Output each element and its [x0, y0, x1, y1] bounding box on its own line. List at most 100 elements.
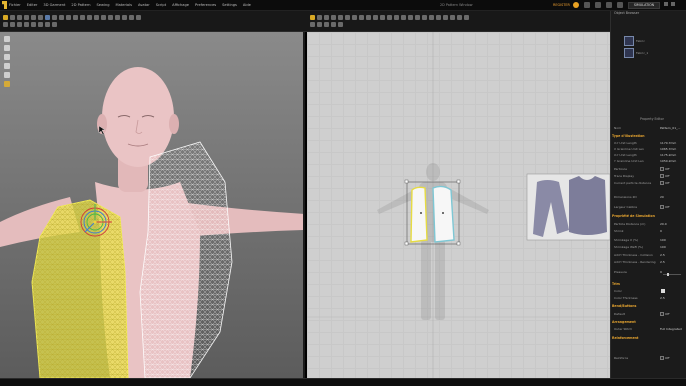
pose-tool-icon[interactable] [10, 22, 15, 27]
menu-item-avatar[interactable]: Avatar [138, 3, 150, 7]
section-layout[interactable]: Type d'Illustration [612, 134, 645, 138]
reference-garment-image[interactable] [526, 173, 610, 241]
layer-tool-icon[interactable] [115, 15, 120, 20]
register-badge[interactable]: REGISTER [553, 3, 570, 7]
lasso-icon[interactable] [464, 15, 469, 20]
rectangle-icon[interactable] [331, 15, 336, 20]
transform-pattern-icon[interactable] [310, 15, 315, 20]
unfold-icon[interactable] [450, 15, 455, 20]
name-field[interactable]: Pattern_01_... [660, 126, 680, 130]
view-shading-icon[interactable] [4, 72, 10, 78]
menu-item-2d-pattern[interactable]: 2D Pattern [71, 3, 90, 7]
fabric-1-thumbnail[interactable] [624, 48, 634, 58]
free-sewing-icon[interactable] [373, 15, 378, 20]
pen-tool-icon[interactable] [52, 15, 57, 20]
fold-arrangement-icon[interactable] [387, 15, 392, 20]
menu-item-settings[interactable]: Settings [222, 3, 237, 7]
view-camera-icon[interactable] [4, 54, 10, 60]
section-trim[interactable]: Trim [612, 282, 620, 286]
view-light-icon[interactable] [4, 63, 10, 69]
cloud-icon[interactable] [573, 2, 579, 8]
annotation-icon[interactable] [429, 15, 434, 20]
section-particle[interactable]: Propriété de Simulation [612, 214, 655, 218]
measure-tool-icon[interactable] [45, 15, 50, 20]
notch-icon[interactable] [401, 15, 406, 20]
polygon-icon[interactable] [338, 15, 343, 20]
dart-icon[interactable] [359, 15, 364, 20]
display-mode-icon[interactable] [338, 22, 343, 27]
checkbox[interactable] [660, 181, 664, 185]
move-tool-icon[interactable] [10, 15, 15, 20]
menu-item-sewing[interactable]: Sewing [97, 3, 110, 7]
notification-icon[interactable] [584, 2, 590, 8]
strengthen-tool-icon[interactable] [122, 15, 127, 20]
fabric-thumbnail[interactable] [624, 36, 634, 46]
checkbox[interactable] [660, 174, 664, 178]
grading-icon[interactable] [408, 15, 413, 20]
pressure-slider[interactable] [663, 273, 681, 276]
zip-tool-icon[interactable] [66, 15, 71, 20]
section-arrangement[interactable]: Arrangement [612, 320, 636, 324]
graphic-tool-icon[interactable] [101, 15, 106, 20]
checkbox[interactable] [660, 356, 664, 360]
settings-icon[interactable] [617, 2, 623, 8]
physics-tool-icon[interactable] [38, 22, 43, 27]
hanger-tool-icon[interactable] [31, 22, 36, 27]
grid-icon[interactable] [317, 22, 322, 27]
pin-tool-icon[interactable] [31, 15, 36, 20]
trim-tool-icon[interactable] [108, 15, 113, 20]
menu-item-edit[interactable]: Editer [27, 3, 38, 7]
view-avatar-icon[interactable] [4, 36, 10, 42]
help-icon[interactable] [606, 2, 612, 8]
viewport-3d[interactable] [0, 32, 305, 378]
rotate-tool-icon[interactable] [17, 15, 22, 20]
button-tool-icon[interactable] [73, 15, 78, 20]
maximize-icon[interactable] [671, 2, 675, 6]
trace-icon[interactable] [457, 15, 462, 20]
tack-tool-icon[interactable] [38, 15, 43, 20]
viewport-2d[interactable] [307, 32, 610, 378]
checkbox[interactable] [660, 205, 664, 209]
minimize-icon[interactable] [664, 2, 668, 6]
checkbox[interactable] [660, 167, 664, 171]
measure-2d-icon[interactable] [436, 15, 441, 20]
menu-item-help[interactable]: Aide [243, 3, 251, 7]
section-bend[interactable]: Bend/Buttons [612, 304, 636, 308]
view-garment-icon[interactable] [4, 45, 10, 51]
check-sewing-icon[interactable] [380, 15, 385, 20]
fold-tool-icon[interactable] [24, 15, 29, 20]
simulation-toggle[interactable]: SIMULATION [628, 2, 660, 9]
symmetry-icon[interactable] [443, 15, 448, 20]
brush-tool-icon[interactable] [59, 15, 64, 20]
strain-tool-icon[interactable] [52, 22, 57, 27]
color-swatch[interactable] [661, 289, 665, 293]
fitting-tool-icon[interactable] [24, 22, 29, 27]
shrink-tool-icon[interactable] [129, 15, 134, 20]
circle-icon[interactable] [345, 15, 350, 20]
menu-item-file[interactable]: Fichier [9, 3, 21, 7]
buttonhole-tool-icon[interactable] [80, 15, 85, 20]
menu-item-script[interactable]: Script [156, 3, 166, 7]
section-reinforce[interactable]: Reinforcement [612, 336, 638, 340]
seam-allowance-icon[interactable] [394, 15, 399, 20]
internal-line-icon[interactable] [352, 15, 357, 20]
segment-sewing-icon[interactable] [366, 15, 371, 20]
view-selected-icon[interactable] [4, 81, 10, 87]
checkbox[interactable] [660, 312, 664, 316]
ruler-icon[interactable] [331, 22, 336, 27]
texture-tool-icon[interactable] [94, 15, 99, 20]
zoom-fit-icon[interactable] [310, 22, 315, 27]
user-icon[interactable] [595, 2, 601, 8]
select-tool-icon[interactable] [3, 15, 8, 20]
edit-point-icon[interactable] [317, 15, 322, 20]
graphic-2d-icon[interactable] [422, 15, 427, 20]
edit-curve-icon[interactable] [324, 15, 329, 20]
menu-item-preferences[interactable]: Preferences [195, 3, 216, 7]
menu-item-display[interactable]: Affichage [172, 3, 189, 7]
stress-tool-icon[interactable] [45, 22, 50, 27]
edit-texture-icon[interactable] [415, 15, 420, 20]
gizmo-tool-icon[interactable] [87, 15, 92, 20]
arrangement-tool-icon[interactable] [17, 22, 22, 27]
avatar-tool-icon[interactable] [3, 22, 8, 27]
snap-icon[interactable] [324, 22, 329, 27]
